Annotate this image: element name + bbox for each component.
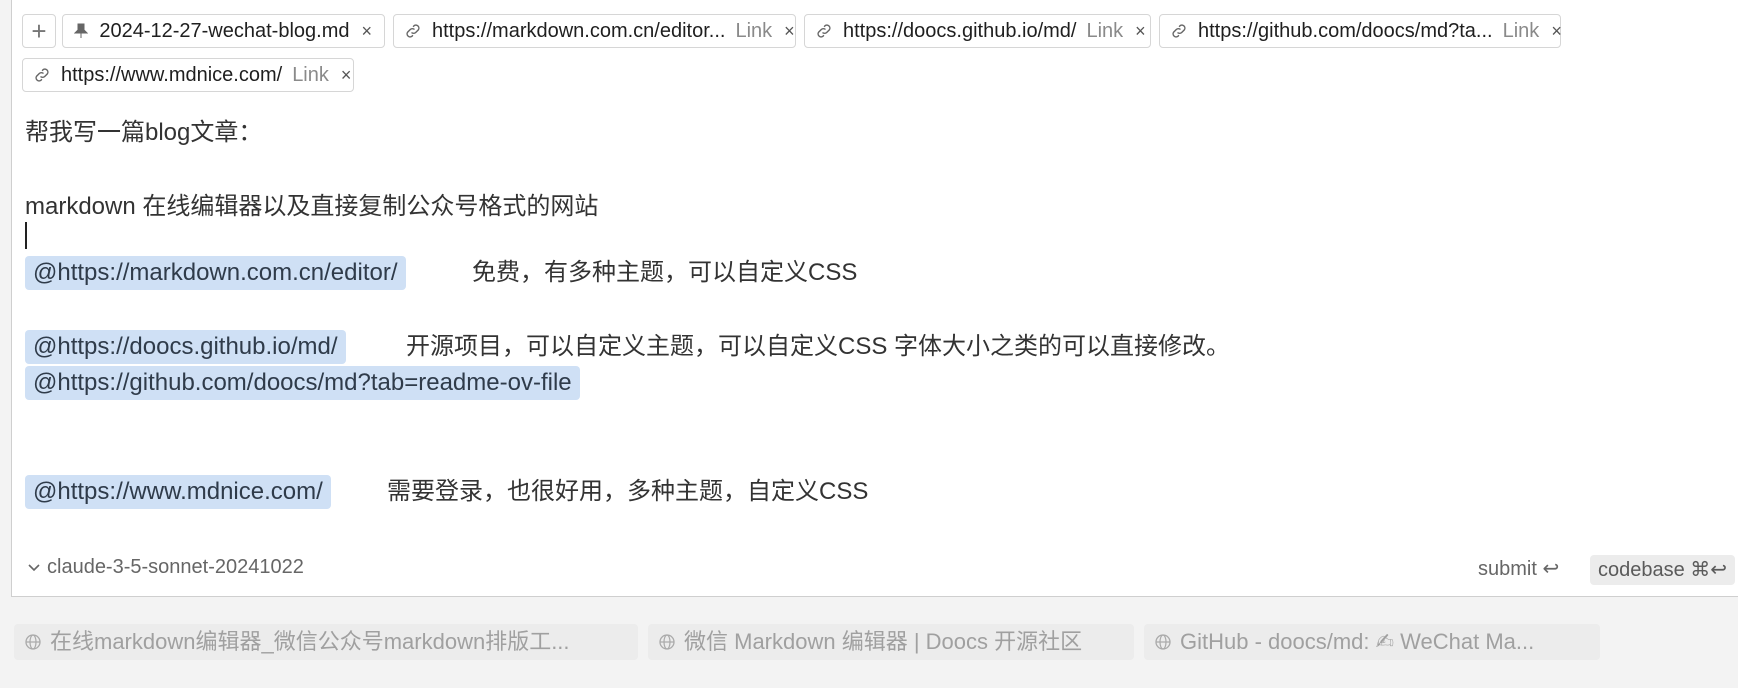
globe-icon <box>24 633 42 651</box>
chip-link-label: Link <box>1086 19 1124 42</box>
globe-icon <box>1154 633 1172 651</box>
mention-description: 需要登录，也很好用，多种主题，自定义CSS <box>387 478 869 505</box>
chip-title: https://doocs.github.io/md/ <box>843 19 1077 42</box>
codebase-button[interactable]: codebase ⌘↩ <box>1590 555 1736 585</box>
model-name: claude-3-5-sonnet-20241022 <box>47 556 304 578</box>
globe-icon <box>658 633 676 651</box>
chip-title: 2024-12-27-wechat-blog.md <box>99 19 350 42</box>
submit-button[interactable]: submit ↩ <box>1478 556 1559 581</box>
chevron-down-icon <box>27 556 41 579</box>
close-icon[interactable]: × <box>1135 21 1146 42</box>
chip-title: https://www.mdnice.com/ <box>61 63 283 86</box>
file-pin-icon <box>73 21 89 41</box>
mention-tag[interactable]: @https://github.com/doocs/md?tab=readme-… <box>25 366 580 400</box>
mention-description: 免费，有多种主题，可以自定义CSS <box>472 259 858 286</box>
link-icon <box>1170 21 1188 41</box>
composer-panel: + 2024-12-27-wechat-blog.md × https://ma… <box>11 0 1738 597</box>
context-chip-link[interactable]: https://doocs.github.io/md/ Link × <box>804 14 1151 48</box>
link-icon <box>815 21 833 41</box>
mention-tag[interactable]: @https://www.mdnice.com/ <box>25 475 331 509</box>
text-caret <box>25 222 27 249</box>
mention-description: 开源项目，可以自定义主题，可以自定义CSS 字体大小之类的可以直接修改。 <box>406 333 1231 360</box>
suggestion-label: 微信 Markdown 编辑器 | Doocs 开源社区 <box>684 629 1083 654</box>
suggestion-chip[interactable]: 在线markdown编辑器_微信公众号markdown排版工... <box>14 624 638 660</box>
mention-tag[interactable]: @https://markdown.com.cn/editor/ <box>25 256 406 290</box>
chip-title: https://markdown.com.cn/editor... <box>432 19 726 42</box>
chip-link-label: Link <box>1502 19 1540 42</box>
suggestion-label: GitHub - doocs/md: ✍ WeChat Ma... <box>1180 629 1535 654</box>
chip-title: https://github.com/doocs/md?ta... <box>1198 19 1493 42</box>
context-chip-link[interactable]: https://markdown.com.cn/editor... Link × <box>393 14 796 48</box>
context-chip-link[interactable]: https://www.mdnice.com/ Link × <box>22 58 354 92</box>
model-selector[interactable]: claude-3-5-sonnet-20241022 <box>27 556 304 579</box>
context-chip-link[interactable]: https://github.com/doocs/md?ta... Link × <box>1159 14 1562 48</box>
close-icon[interactable]: × <box>341 65 352 86</box>
close-icon[interactable]: × <box>361 21 372 42</box>
close-icon[interactable]: × <box>1551 21 1562 42</box>
link-icon <box>33 65 51 85</box>
link-icon <box>404 21 422 41</box>
prompt-line: 帮我写一篇blog文章： <box>25 119 263 146</box>
context-chip-file[interactable]: 2024-12-27-wechat-blog.md × <box>62 14 385 48</box>
close-icon[interactable]: × <box>784 21 795 42</box>
chip-link-label: Link <box>292 63 329 86</box>
suggestion-chip[interactable]: 微信 Markdown 编辑器 | Doocs 开源社区 <box>648 624 1134 660</box>
chip-link-label: Link <box>735 19 773 42</box>
mention-tag[interactable]: @https://doocs.github.io/md/ <box>25 330 346 364</box>
suggestion-chip[interactable]: GitHub - doocs/md: ✍ WeChat Ma... <box>1144 624 1600 660</box>
suggestion-label: 在线markdown编辑器_微信公众号markdown排版工... <box>50 629 570 654</box>
plus-icon: + <box>31 15 47 46</box>
add-context-button[interactable]: + <box>22 14 56 48</box>
prompt-line: markdown 在线编辑器以及直接复制公众号格式的网站 <box>25 193 599 220</box>
